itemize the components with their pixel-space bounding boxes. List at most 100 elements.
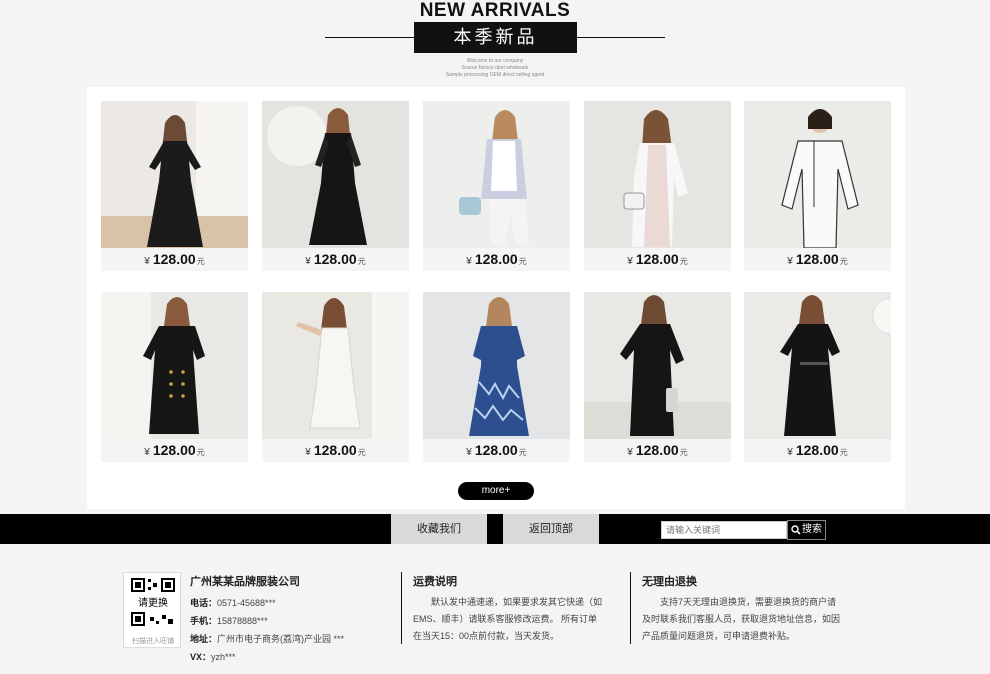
return-title: 无理由退换 [642,576,697,588]
title-divider-left [325,37,414,38]
product-image[interactable] [744,101,891,248]
price-row: ¥128.00元 [423,439,570,462]
phone-label: 电话： [190,598,218,608]
svg-text:请更换: 请更换 [138,596,168,609]
product-card[interactable]: ¥128.00元 [744,101,891,271]
price-amount: 128.00 [313,442,357,458]
price-row: ¥128.00元 [101,439,248,462]
price-unit: 元 [357,448,366,457]
price-row: ¥128.00元 [262,248,409,271]
product-panel: ¥128.00元 ¥128.00元 ¥128.00元 ¥ 128.00元 ¥ 1… [87,87,905,509]
back-to-top-button[interactable]: 返回顶部 [503,514,599,544]
contact-vx: VX：yzh*** [190,650,236,663]
address-label: 地址： [190,634,218,644]
price-unit: 元 [518,257,527,266]
price-unit: 元 [839,448,848,457]
return-text: 支持7天无理由退换货，需要退换货的商户请及时联系我们客服人员，获取退货地址信息，… [642,597,841,641]
mobile-value: 15878888*** [217,616,268,626]
product-card[interactable]: ¥128.00元 [423,292,570,462]
title-divider-right [577,37,665,38]
contact-phone: 电话：0571-45688*** [190,596,276,609]
price-unit: 元 [839,257,848,266]
product-image[interactable] [423,292,570,439]
price-amount: 128.00 [635,251,679,267]
search-icon [791,525,801,535]
price-unit: 元 [357,257,366,266]
price-amount: 128.00 [152,251,196,267]
currency-symbol: ¥ [787,447,793,458]
product-card[interactable]: ¥128.00元 [423,101,570,271]
currency-symbol: ¥ [466,447,472,458]
phone-value: 0571-45688*** [217,598,276,608]
product-image[interactable] [101,292,248,439]
section-header: NEW ARRIVALS 本季新品 Welcome to our company… [0,0,990,86]
price-unit: 元 [679,257,688,266]
search-button-label: 搜索 [802,524,822,535]
product-image[interactable] [584,101,731,248]
more-button[interactable]: more+ [458,482,534,500]
subtitle-line: Sample processing OEM direct selling age… [445,72,545,78]
favorite-button[interactable]: 收藏我们 [391,514,487,544]
currency-symbol: ¥ [787,256,793,267]
product-card[interactable]: ¥128.00元 [262,292,409,462]
qr-code-icon: 请更换 [131,578,175,626]
vx-label: VX： [190,652,212,662]
price-amount: 128.00 [474,251,518,267]
qr-code: 请更换 扫描进入旺铺 [123,572,181,648]
price-unit: 元 [196,448,205,457]
subtitle-line: Source factory dpot wholesale [461,65,529,71]
column-divider [630,572,631,644]
price-amount: 128.00 [795,251,839,267]
price-unit: 元 [518,448,527,457]
product-card[interactable]: ¥128.00元 [101,101,248,271]
product-image[interactable] [423,101,570,248]
footer: 请更换 扫描进入旺铺 广州某某品牌服装公司 电话：0571-45688*** 手… [0,544,990,674]
shipping-title: 运费说明 [413,576,457,588]
price-row: ¥128.00元 [262,439,409,462]
currency-symbol: ¥ [144,447,150,458]
price-row: ¥128.00元 [744,248,891,271]
price-row: ¥128.00元 [423,248,570,271]
section-title-cn: 本季新品 [414,22,577,53]
product-card[interactable]: ¥128.00元 [101,292,248,462]
price-amount: 128.00 [795,442,839,458]
section-title-en: NEW ARRIVALS [419,0,571,21]
contact-address: 地址：广州市电子商务(荔湾)产业园 *** [190,632,344,645]
currency-symbol: ¥ [144,256,150,267]
column-divider [401,572,402,644]
price-row: ¥128.00元 [101,248,248,271]
price-unit: 元 [679,448,688,457]
price-amount: 128.00 [635,442,679,458]
price-row: ¥128.00元 [744,439,891,462]
product-image[interactable] [262,101,409,248]
product-image[interactable] [744,292,891,439]
price-amount: 128.00 [474,442,518,458]
mobile-label: 手机： [190,616,218,626]
price-row: ¥128.00元 [584,248,731,271]
action-bar: 收藏我们 返回顶部 搜索 [0,514,990,544]
shipping-text: 默认发中通速递，如果要求发其它快递（如EMS、顺丰）请联系客服修改运费。 所有订… [413,597,603,641]
currency-symbol: ¥ [627,256,633,267]
search-input[interactable] [661,521,787,539]
product-card[interactable]: ¥128.00元 [744,292,891,462]
product-image[interactable] [584,292,731,439]
currency-symbol: ¥ [305,256,311,267]
product-card[interactable]: ¥128.00元 [584,101,731,271]
vx-value: yzh*** [211,652,236,662]
currency-symbol: ¥ [627,447,633,458]
price-row: ¥128.00元 [584,439,731,462]
currency-symbol: ¥ [466,256,472,267]
product-image[interactable] [262,292,409,439]
search-button[interactable]: 搜索 [787,520,826,540]
currency-symbol: ¥ [305,447,311,458]
product-card[interactable]: ¥128.00元 [584,292,731,462]
contact-mobile: 手机：15878888*** [190,614,268,627]
price-unit: 元 [196,257,205,266]
subtitle-line: Welcome to our company [466,58,524,64]
price-amount: 128.00 [313,251,357,267]
address-value: 广州市电子商务(荔湾)产业园 *** [217,634,345,644]
product-image[interactable] [101,101,248,248]
price-amount: 128.00 [152,442,196,458]
company-name: 广州某某品牌服装公司 [190,576,300,588]
product-card[interactable]: ¥128.00元 [262,101,409,271]
